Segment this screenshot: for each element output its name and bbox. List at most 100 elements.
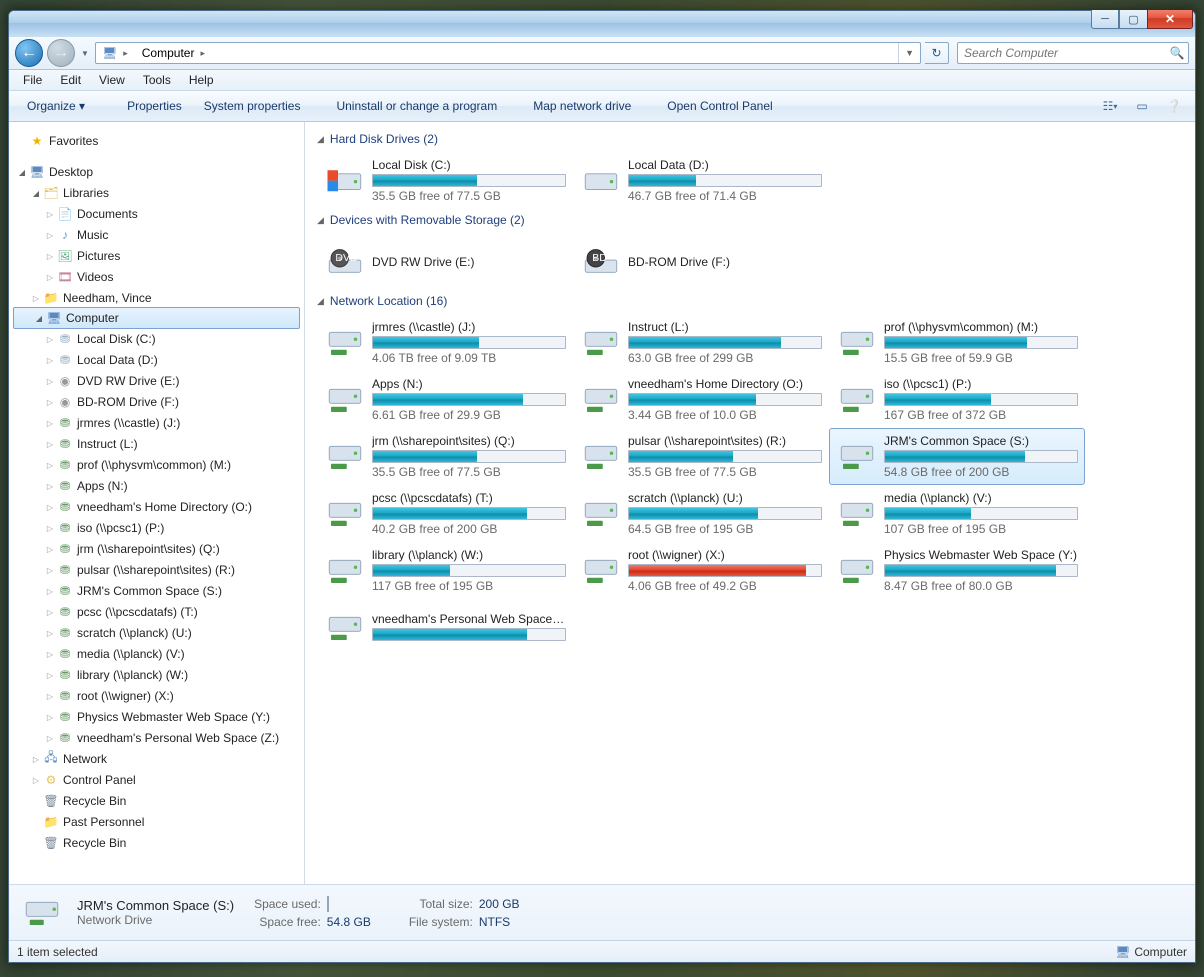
details-pane: JRM's Common Space (S:) Network Drive Sp… xyxy=(9,884,1195,940)
computer-icon: 🖥 xyxy=(102,46,117,60)
tree-network[interactable]: 🖧Network xyxy=(11,748,302,769)
drive-item[interactable]: scratch (\\planck) (U:)64.5 GB free of 1… xyxy=(573,485,829,542)
tree-drive[interactable]: ⛃vneedham's Personal Web Space (Z:) xyxy=(11,727,302,748)
drive-item[interactable]: vneedham's Home Directory (O:)3.44 GB fr… xyxy=(573,371,829,428)
help-button[interactable]: ❔ xyxy=(1161,95,1187,117)
navigation-bar: ← → ▼ 🖥▸ Computer▸ ▼ ↻ 🔍 xyxy=(9,37,1195,70)
system-properties-button[interactable]: System properties xyxy=(194,95,311,117)
drive-item[interactable]: pulsar (\\sharepoint\sites) (R:)35.5 GB … xyxy=(573,428,829,485)
tree-drive[interactable]: ⛃jrmres (\\castle) (J:) xyxy=(11,412,302,433)
tree-drive[interactable]: ⛃pulsar (\\sharepoint\sites) (R:) xyxy=(11,559,302,580)
maximize-button[interactable]: ▢ xyxy=(1119,10,1147,29)
tree-drive[interactable]: ⛃Local Data (D:) xyxy=(11,349,302,370)
tree-library-item[interactable]: 📄Documents xyxy=(11,203,302,224)
drive-item[interactable]: DVDDVD RW Drive (E:) xyxy=(317,233,573,290)
tree-drive[interactable]: ⛃iso (\\pcsc1) (P:) xyxy=(11,517,302,538)
drive-item[interactable]: Apps (N:)6.61 GB free of 29.9 GB xyxy=(317,371,573,428)
tree-libraries[interactable]: 🗂Libraries xyxy=(11,182,302,203)
drive-item[interactable]: JRM's Common Space (S:)54.8 GB free of 2… xyxy=(829,428,1085,485)
address-dropdown[interactable]: ▼ xyxy=(898,43,920,63)
svg-text:DVD: DVD xyxy=(335,252,358,264)
minimize-button[interactable]: ─ xyxy=(1091,10,1119,29)
drive-item[interactable]: Physics Webmaster Web Space (Y:)8.47 GB … xyxy=(829,542,1085,599)
search-input[interactable] xyxy=(958,46,1166,60)
drive-item[interactable]: pcsc (\\pcscdatafs) (T:)40.2 GB free of … xyxy=(317,485,573,542)
drive-item[interactable]: vneedham's Personal Web Space (Z:) xyxy=(317,599,573,656)
close-button[interactable]: ✕ xyxy=(1147,10,1193,29)
tree-computer[interactable]: 🖥Computer xyxy=(13,307,300,329)
search-box[interactable]: 🔍 xyxy=(957,42,1189,64)
net-icon xyxy=(324,379,366,421)
drive-item[interactable]: Local Data (D:)46.7 GB free of 71.4 GB xyxy=(573,152,829,209)
tree-drive[interactable]: ⛃scratch (\\planck) (U:) xyxy=(11,622,302,643)
group-header[interactable]: ◢Hard Disk Drives (2) xyxy=(305,128,1191,152)
tree-drive[interactable]: ⛃library (\\planck) (W:) xyxy=(11,664,302,685)
properties-button[interactable]: Properties xyxy=(117,95,192,117)
uninstall-button[interactable]: Uninstall or change a program xyxy=(326,95,507,117)
drive-item[interactable]: Instruct (L:)63.0 GB free of 299 GB xyxy=(573,314,829,371)
organize-button[interactable]: Organize ▾ xyxy=(17,95,95,117)
menu-view[interactable]: View xyxy=(91,71,133,89)
tree-drive[interactable]: ⛃root (\\wigner) (X:) xyxy=(11,685,302,706)
forward-button[interactable]: → xyxy=(47,39,75,67)
details-subtitle: Network Drive xyxy=(77,913,234,927)
content-pane[interactable]: ◢Hard Disk Drives (2)Local Disk (C:)35.5… xyxy=(305,122,1195,884)
tree-drive[interactable]: ⛃pcsc (\\pcscdatafs) (T:) xyxy=(11,601,302,622)
tree-favorites[interactable]: ★Favorites xyxy=(11,130,302,151)
search-icon[interactable]: 🔍 xyxy=(1166,46,1188,60)
tree-drive[interactable]: ◉DVD RW Drive (E:) xyxy=(11,370,302,391)
drive-item[interactable]: library (\\planck) (W:)117 GB free of 19… xyxy=(317,542,573,599)
titlebar[interactable]: ─ ▢ ✕ xyxy=(9,11,1195,37)
menu-help[interactable]: Help xyxy=(181,71,222,89)
tree-control-panel[interactable]: ⚙Control Panel xyxy=(11,769,302,790)
drive-item[interactable]: prof (\\physvm\common) (M:)15.5 GB free … xyxy=(829,314,1085,371)
tree-past-personnel[interactable]: 📁Past Personnel xyxy=(11,811,302,832)
tree-drive[interactable]: ⛃Physics Webmaster Web Space (Y:) xyxy=(11,706,302,727)
tree-drive[interactable]: ⛃JRM's Common Space (S:) xyxy=(11,580,302,601)
hd-icon xyxy=(580,160,622,202)
refresh-button[interactable]: ↻ xyxy=(925,42,949,64)
tree-library-item[interactable]: 🎞Videos xyxy=(11,266,302,287)
tree-drive[interactable]: ◉BD-ROM Drive (F:) xyxy=(11,391,302,412)
drive-item[interactable]: iso (\\pcsc1) (P:)167 GB free of 372 GB xyxy=(829,371,1085,428)
menu-tools[interactable]: Tools xyxy=(135,71,179,89)
address-bar[interactable]: 🖥▸ Computer▸ ▼ xyxy=(95,42,921,64)
tree-drive[interactable]: ⛃Apps (N:) xyxy=(11,475,302,496)
tree-library-item[interactable]: ♪Music xyxy=(11,224,302,245)
drive-item[interactable]: media (\\planck) (V:)107 GB free of 195 … xyxy=(829,485,1085,542)
tree-drive[interactable]: ⛃media (\\planck) (V:) xyxy=(11,643,302,664)
menu-bar: File Edit View Tools Help xyxy=(9,70,1195,91)
view-mode-button[interactable]: ☷▾ xyxy=(1097,95,1123,117)
tree-drive[interactable]: ⛃jrm (\\sharepoint\sites) (Q:) xyxy=(11,538,302,559)
back-button[interactable]: ← xyxy=(15,39,43,67)
drive-item[interactable]: root (\\wigner) (X:)4.06 GB free of 49.2… xyxy=(573,542,829,599)
tree-recycle-bin[interactable]: 🗑Recycle Bin xyxy=(11,832,302,853)
drive-item[interactable]: Local Disk (C:)35.5 GB free of 77.5 GB xyxy=(317,152,573,209)
navigation-tree[interactable]: ★Favorites 🖥Desktop🗂Libraries📄Documents♪M… xyxy=(9,122,305,884)
menu-file[interactable]: File xyxy=(15,71,50,89)
tree-recycle-bin[interactable]: 🗑Recycle Bin xyxy=(11,790,302,811)
tree-desktop[interactable]: 🖥Desktop xyxy=(11,161,302,182)
drive-item[interactable]: jrmres (\\castle) (J:)4.06 TB free of 9.… xyxy=(317,314,573,371)
preview-pane-button[interactable]: ▭ xyxy=(1129,95,1155,117)
svg-text:BD: BD xyxy=(592,252,607,264)
tree-drive[interactable]: ⛃vneedham's Home Directory (O:) xyxy=(11,496,302,517)
history-dropdown[interactable]: ▼ xyxy=(79,41,91,65)
group-header[interactable]: ◢Devices with Removable Storage (2) xyxy=(305,209,1191,233)
control-panel-button[interactable]: Open Control Panel xyxy=(657,95,782,117)
drive-item[interactable]: jrm (\\sharepoint\sites) (Q:)35.5 GB fre… xyxy=(317,428,573,485)
breadcrumb-computer[interactable]: Computer xyxy=(142,46,195,60)
net-icon xyxy=(324,436,366,478)
filesystem-label: File system: xyxy=(409,915,473,929)
drive-item[interactable]: BDBD-ROM Drive (F:) xyxy=(573,233,829,290)
computer-icon: 🖥 xyxy=(1115,945,1130,959)
tree-drive[interactable]: ⛃prof (\\physvm\common) (M:) xyxy=(11,454,302,475)
map-drive-button[interactable]: Map network drive xyxy=(523,95,641,117)
tree-drive[interactable]: ⛃Local Disk (C:) xyxy=(11,328,302,349)
tree-user[interactable]: 📁Needham, Vince xyxy=(11,287,302,308)
menu-edit[interactable]: Edit xyxy=(52,71,89,89)
network-drive-icon xyxy=(21,892,63,934)
tree-drive[interactable]: ⛃Instruct (L:) xyxy=(11,433,302,454)
tree-library-item[interactable]: 🖼Pictures xyxy=(11,245,302,266)
group-header[interactable]: ◢Network Location (16) xyxy=(305,290,1191,314)
